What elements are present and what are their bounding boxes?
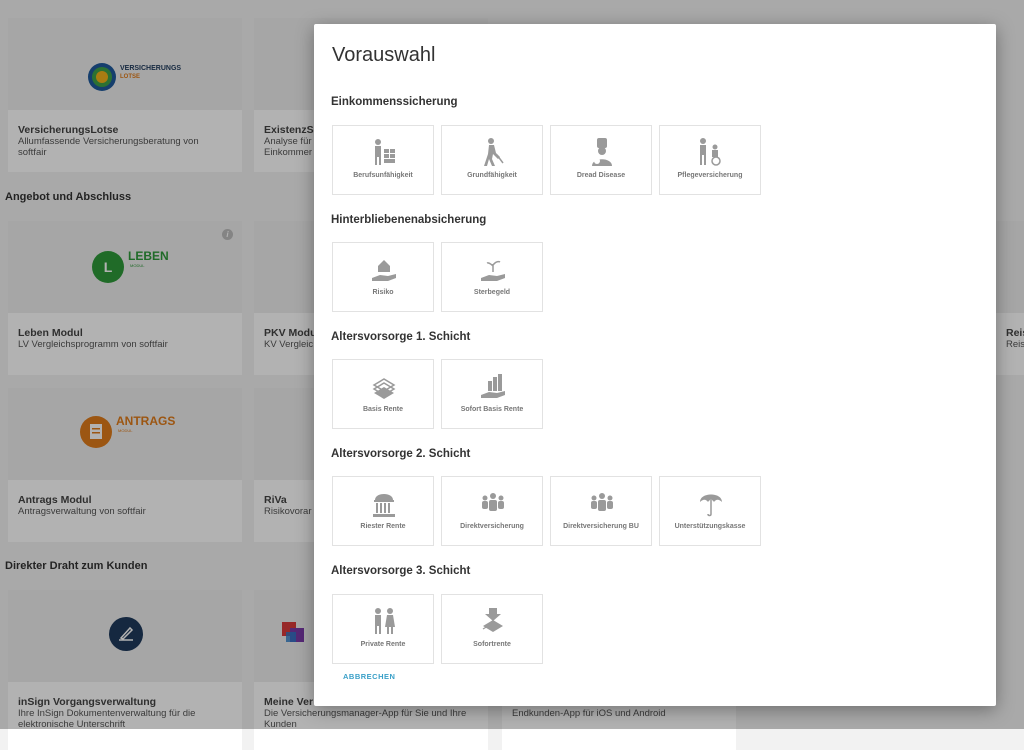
tile-direktversicherung[interactable]: Direktversicherung	[441, 476, 543, 546]
tile-sofort-basis-rente[interactable]: Sofort Basis Rente	[441, 359, 543, 429]
tile-pflegeversicherung[interactable]: Pflegeversicherung	[659, 125, 761, 195]
tile-label: Private Rente	[360, 641, 406, 648]
tile-grundfaehigkeit[interactable]: Grundfähigkeit	[441, 125, 543, 195]
tile-label: Riester Rente	[360, 523, 406, 530]
tile-basis-rente[interactable]: Basis Rente	[332, 359, 434, 429]
group-people-icon	[482, 493, 504, 511]
umbrella-icon	[700, 494, 722, 517]
plant-hand-icon	[481, 260, 505, 281]
vorauswahl-dialog: Vorauswahl Einkommenssicherung Berufsunf…	[314, 24, 996, 706]
tile-berufsunfaehigkeit[interactable]: Berufsunfähigkeit	[332, 125, 434, 195]
group-heading-altersvorsorge-2: Altersvorsorge 2. Schicht	[331, 448, 471, 460]
tile-label: Sofort Basis Rente	[460, 406, 524, 413]
tile-label: Grundfähigkeit	[467, 172, 517, 179]
money-stack-icon	[372, 378, 396, 399]
tile-private-rente[interactable]: Private Rente	[332, 594, 434, 664]
tile-unterstuetzungskasse[interactable]: Unterstützungskasse	[659, 476, 761, 546]
government-building-icon	[373, 494, 395, 517]
tile-label: Direktversicherung	[460, 523, 524, 530]
group-heading-altersvorsorge-3: Altersvorsorge 3. Schicht	[331, 565, 471, 577]
dialog-title: Vorauswahl	[332, 44, 436, 66]
tile-label: Unterstützungskasse	[674, 523, 746, 530]
group-heading-altersvorsorge-1: Altersvorsorge 1. Schicht	[331, 331, 471, 343]
tile-direktversicherung-bu[interactable]: Direktversicherung BU	[550, 476, 652, 546]
elderly-couple-icon	[375, 608, 395, 634]
tile-label: Berufsunfähigkeit	[353, 172, 413, 179]
tile-label: Pflegeversicherung	[677, 172, 743, 179]
tile-label: Dread Disease	[576, 172, 626, 179]
tile-label: Basis Rente	[362, 406, 404, 413]
walking-person-icon	[484, 138, 504, 166]
tile-riester-rente[interactable]: Riester Rente	[332, 476, 434, 546]
tile-label: Risiko	[372, 289, 394, 296]
cancel-button[interactable]: ABBRECHEN	[343, 672, 395, 681]
tile-label: Direktversicherung BU	[563, 523, 639, 530]
coins-hand-icon	[481, 374, 505, 398]
money-arrow-icon	[482, 608, 503, 632]
house-hand-icon	[372, 260, 396, 281]
worker-wall-icon	[375, 139, 395, 165]
group-heading-hinterbliebenenabsicherung: Hinterbliebenenabsicherung	[331, 214, 487, 226]
patient-icon	[592, 138, 612, 166]
tile-sterbegeld[interactable]: Sterbegeld	[441, 242, 543, 312]
wheelchair-care-icon	[700, 138, 721, 166]
group-people-icon	[591, 493, 613, 511]
tile-dread-disease[interactable]: Dread Disease	[550, 125, 652, 195]
tile-risiko[interactable]: Risiko	[332, 242, 434, 312]
tile-label: Sofortrente	[473, 641, 511, 648]
group-heading-einkommenssicherung: Einkommenssicherung	[331, 96, 458, 108]
tile-label: Sterbegeld	[473, 289, 511, 296]
tile-sofortrente[interactable]: Sofortrente	[441, 594, 543, 664]
